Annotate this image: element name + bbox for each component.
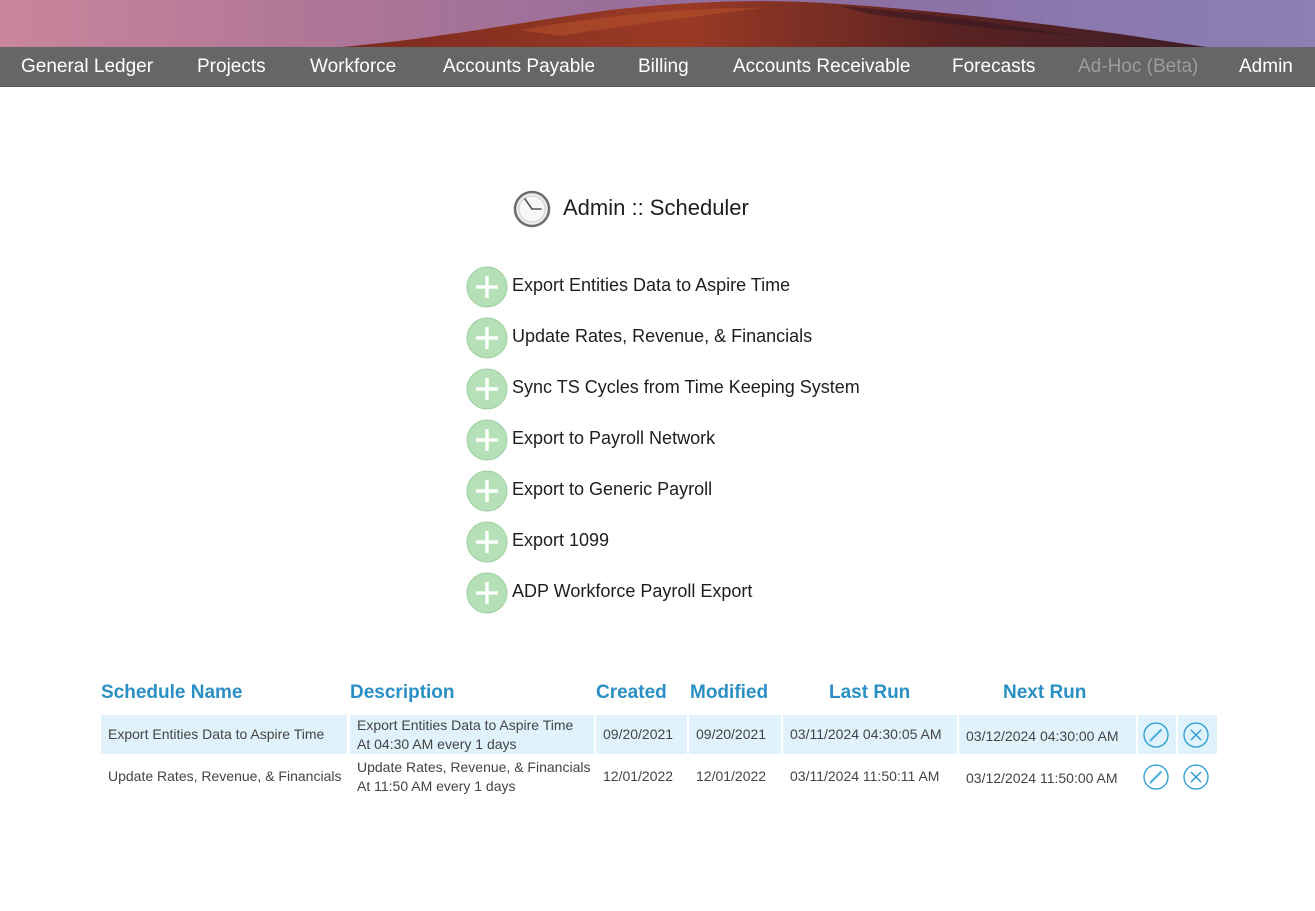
add-icon[interactable] (466, 470, 508, 512)
task-label[interactable]: Update Rates, Revenue, & Financials (512, 326, 812, 347)
schedule-text: At 04:30 AM every 1 days (357, 736, 517, 752)
header-description[interactable]: Description (350, 682, 455, 704)
header-created[interactable]: Created (596, 682, 667, 704)
header-banner (0, 0, 1315, 48)
main-nav: General Ledger Projects Workforce Accoun… (0, 47, 1315, 87)
page-title: Admin :: Scheduler (563, 195, 749, 220)
clock-icon (513, 190, 551, 228)
cell-next-run: 03/12/2024 04:30:00 AM (959, 715, 1136, 754)
task-label[interactable]: Export to Payroll Network (512, 428, 715, 449)
add-icon[interactable] (466, 419, 508, 461)
cell-modified: 09/20/2021 (689, 715, 781, 754)
nav-ad-hoc: Ad-Hoc (Beta) (1078, 56, 1199, 77)
nav-projects[interactable]: Projects (197, 47, 266, 86)
delete-icon[interactable] (1183, 764, 1209, 790)
header-last-run[interactable]: Last Run (829, 682, 910, 704)
add-icon[interactable] (466, 266, 508, 308)
cell-description: Export Entities Data to Aspire Time At 0… (350, 715, 594, 754)
nav-general-ledger[interactable]: General Ledger (21, 47, 153, 86)
nav-workforce[interactable]: Workforce (310, 47, 396, 86)
header-schedule-name[interactable]: Schedule Name (101, 682, 243, 704)
cell-edit (1138, 757, 1176, 796)
cell-last-run: 03/11/2024 04:30:05 AM (783, 715, 957, 754)
description-text: Update Rates, Revenue, & Financials (357, 759, 591, 775)
add-icon[interactable] (466, 572, 508, 614)
edit-icon[interactable] (1143, 764, 1169, 790)
cell-created: 12/01/2022 (603, 768, 674, 784)
nav-forecasts[interactable]: Forecasts (952, 47, 1035, 86)
mountain-banner-image (330, 1, 1215, 48)
nav-accounts-receivable[interactable]: Accounts Receivable (733, 47, 910, 86)
cell-schedule-name: Export Entities Data to Aspire Time (101, 715, 347, 754)
description-text: Export Entities Data to Aspire Time (357, 717, 574, 733)
cell-edit (1138, 715, 1176, 754)
edit-icon[interactable] (1143, 722, 1169, 748)
add-icon[interactable] (466, 521, 508, 563)
table-row: Export Entities Data to Aspire Time Expo… (101, 715, 1217, 754)
task-label[interactable]: Export to Generic Payroll (512, 479, 712, 500)
add-icon[interactable] (466, 317, 508, 359)
nav-accounts-payable[interactable]: Accounts Payable (443, 47, 595, 86)
cell-modified: 12/01/2022 (696, 768, 767, 784)
header-next-run[interactable]: Next Run (1003, 682, 1086, 704)
cell-last-run: 03/11/2024 11:50:11 AM (790, 768, 940, 784)
task-label[interactable]: Export 1099 (512, 530, 609, 551)
nav-billing[interactable]: Billing (638, 47, 689, 86)
cell-delete (1178, 757, 1217, 796)
task-label[interactable]: Export Entities Data to Aspire Time (512, 275, 790, 296)
header-modified[interactable]: Modified (690, 682, 768, 704)
cell-created: 09/20/2021 (596, 715, 687, 754)
cell-next-run: 03/12/2024 11:50:00 AM (966, 770, 1118, 786)
table-row: Update Rates, Revenue, & Financials Upda… (101, 757, 1217, 796)
cell-description: Update Rates, Revenue, & Financials At 1… (350, 757, 594, 796)
task-label[interactable]: ADP Workforce Payroll Export (512, 581, 752, 602)
nav-admin[interactable]: Admin (1239, 47, 1293, 86)
cell-schedule-name: Update Rates, Revenue, & Financials (108, 768, 342, 784)
cell-delete (1178, 715, 1217, 754)
add-icon[interactable] (466, 368, 508, 410)
task-label[interactable]: Sync TS Cycles from Time Keeping System (512, 377, 860, 398)
delete-icon[interactable] (1183, 722, 1209, 748)
schedule-text: At 11:50 AM every 1 days (357, 778, 516, 794)
